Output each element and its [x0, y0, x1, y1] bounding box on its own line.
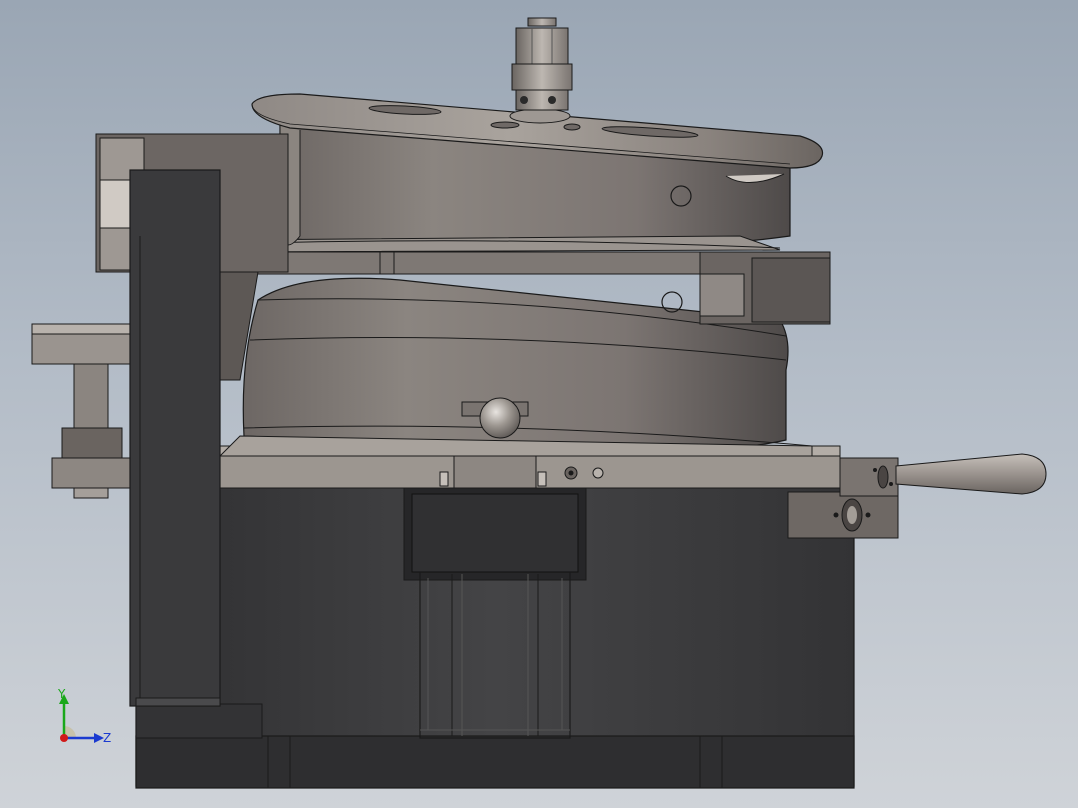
orientation-triad: Y Z — [48, 686, 128, 756]
left-clamp-arm[interactable] — [31, 323, 139, 499]
model-viewport[interactable]: Y Z — [0, 0, 1078, 808]
base-body[interactable] — [135, 485, 855, 789]
top-fitting[interactable] — [511, 17, 573, 111]
lever-handle[interactable] — [895, 453, 1047, 495]
triad-y-label: Y — [58, 687, 66, 701]
cad-model[interactable] — [0, 0, 1078, 808]
vertical-column[interactable] — [129, 169, 221, 707]
triad-z-label: Z — [103, 731, 112, 745]
